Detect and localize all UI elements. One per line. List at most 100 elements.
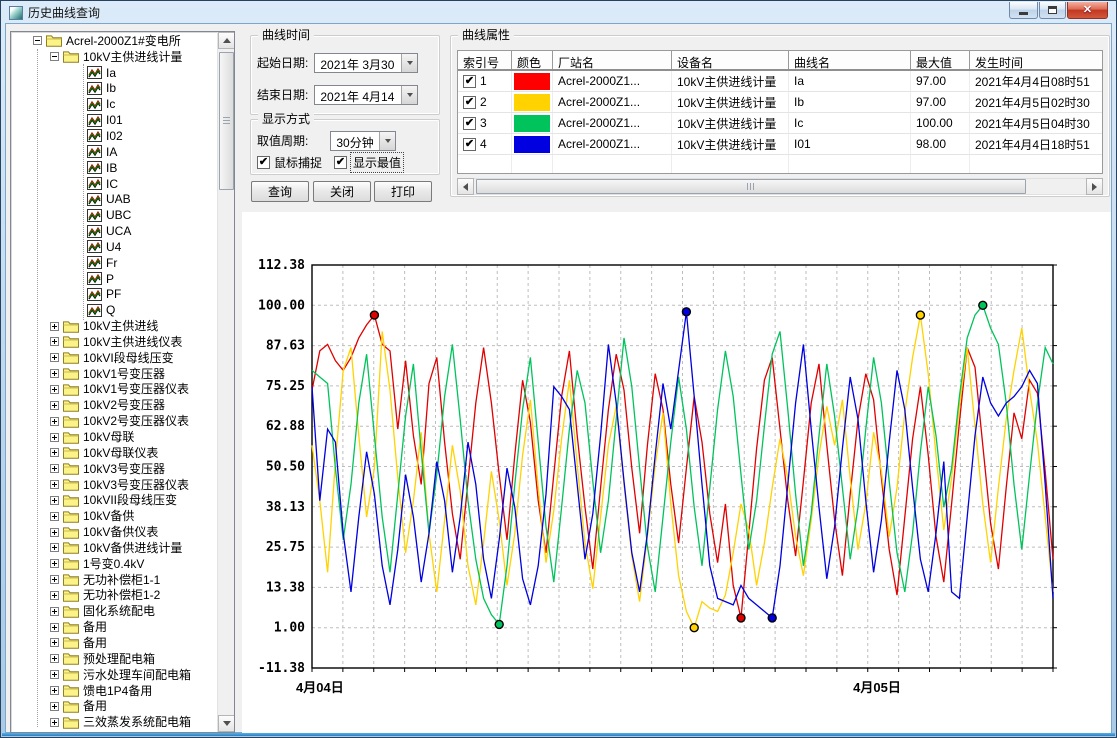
column-header-1[interactable]: 索引号 (458, 51, 512, 69)
tree-item-curve[interactable]: I01 (11, 112, 217, 128)
tree-item-folder[interactable]: 备用 (11, 635, 217, 651)
expand-icon[interactable] (50, 433, 59, 442)
tree-item-folder[interactable]: 馈电1P4备用 (11, 683, 217, 699)
scroll-left-button[interactable] (457, 178, 474, 195)
scroll-thumb[interactable] (476, 179, 1026, 194)
tree-item-folder[interactable]: 备用 (11, 619, 217, 635)
tree-item-folder[interactable]: 10kV主供进线 (11, 318, 217, 334)
expand-icon[interactable] (50, 670, 59, 679)
column-header-4[interactable]: 设备名 (672, 51, 789, 69)
tree-item-curve[interactable]: Q (11, 302, 217, 318)
expand-icon[interactable] (50, 591, 59, 600)
tree-item-folder[interactable]: 10kV主供进线仪表 (11, 334, 217, 350)
tree-item-curve[interactable]: Ib (11, 81, 217, 97)
expand-icon[interactable] (50, 322, 59, 331)
tree-item-folder[interactable]: 10kV3号变压器 (11, 461, 217, 477)
period-combobox[interactable]: 30分钟 (330, 131, 396, 151)
tree-vertical-scrollbar[interactable] (217, 32, 234, 732)
expand-icon[interactable] (50, 575, 59, 584)
tree-item-curve[interactable]: UCA (11, 223, 217, 239)
expand-icon[interactable] (50, 480, 59, 489)
table-row[interactable]: ✔1Acrel-2000Z1...10kV主供进线计量Ia97.002021年4… (458, 71, 1102, 92)
expand-icon[interactable] (50, 353, 59, 362)
tree-item-curve[interactable]: IA (11, 144, 217, 160)
tree-item-curve[interactable]: Ic (11, 96, 217, 112)
tree-item-substation[interactable]: Acrel-2000Z1#变电所 (11, 33, 217, 49)
tree-item-folder[interactable]: 10kV1号变压器仪表 (11, 382, 217, 398)
column-header-2[interactable]: 颜色 (512, 51, 553, 69)
column-header-6[interactable]: 最大值 (911, 51, 970, 69)
expand-icon[interactable] (50, 543, 59, 552)
column-header-3[interactable]: 厂站名 (553, 51, 672, 69)
tree-item-folder[interactable]: 10kV母联 (11, 429, 217, 445)
row-checkbox[interactable]: ✔ (463, 96, 476, 109)
expand-icon[interactable] (50, 654, 59, 663)
scroll-up-button[interactable] (218, 32, 235, 49)
tree-item-folder[interactable]: 10kV3号变压器仪表 (11, 477, 217, 493)
table-row[interactable]: ✔3Acrel-2000Z1...10kV主供进线计量Ic100.002021年… (458, 113, 1102, 134)
expand-icon[interactable] (50, 385, 59, 394)
tree-item-curve[interactable]: IC (11, 176, 217, 192)
end-date-dropdown-button[interactable] (401, 86, 417, 104)
tree-item-metering-group[interactable]: 10kV主供进线计量 (11, 49, 217, 65)
tree-item-folder[interactable]: 10kV备供 (11, 508, 217, 524)
print-button[interactable]: 打印 (374, 181, 432, 202)
start-date-dropdown-button[interactable] (401, 54, 417, 72)
show-extremes-checkbox[interactable]: ✔ (334, 156, 347, 169)
expand-icon[interactable] (50, 401, 59, 410)
curve-plot[interactable]: 112.38100.0087.6375.2562.8850.5038.1325.… (242, 212, 1111, 733)
row-checkbox[interactable]: ✔ (463, 117, 476, 130)
tree-item-folder[interactable]: 无功补偿柜1-2 (11, 588, 217, 604)
tree-item-curve[interactable]: Ia (11, 65, 217, 81)
tree-item-folder[interactable]: 1号变0.4kV (11, 556, 217, 572)
expand-icon[interactable] (50, 702, 59, 711)
tree-item-curve[interactable]: Fr (11, 255, 217, 271)
period-dropdown-button[interactable] (379, 132, 395, 150)
table-row[interactable]: ✔2Acrel-2000Z1...10kV主供进线计量Ib97.002021年4… (458, 92, 1102, 113)
column-header-5[interactable]: 曲线名 (789, 51, 911, 69)
start-date-combobox[interactable]: 2021年 3月30 (314, 53, 418, 73)
tree-item-curve[interactable]: UAB (11, 191, 217, 207)
row-checkbox[interactable]: ✔ (463, 75, 476, 88)
tree-item-folder[interactable]: 三效蒸发系统配电箱 (11, 714, 217, 730)
tree-item-folder[interactable]: 10kV2号变压器 (11, 397, 217, 413)
scroll-down-button[interactable] (218, 715, 235, 732)
tree-item-curve[interactable]: UBC (11, 207, 217, 223)
mouse-capture-checkbox[interactable]: ✔ (257, 156, 270, 169)
tree-item-folder[interactable]: 污水处理车间配电箱 (11, 667, 217, 683)
expand-icon[interactable] (50, 448, 59, 457)
table-horizontal-scrollbar[interactable] (457, 178, 1103, 195)
expand-icon[interactable] (50, 528, 59, 537)
tree-item-curve[interactable]: PF (11, 287, 217, 303)
scroll-right-button[interactable] (1086, 178, 1103, 195)
end-date-combobox[interactable]: 2021年 4月14 (314, 85, 418, 105)
tree-item-folder[interactable]: 备用 (11, 698, 217, 714)
minimize-button[interactable] (1009, 2, 1038, 19)
scroll-thumb[interactable] (219, 52, 234, 190)
expand-icon[interactable] (50, 623, 59, 632)
expand-icon[interactable] (50, 559, 59, 568)
tree-item-folder[interactable]: 10kV母联仪表 (11, 445, 217, 461)
query-button[interactable]: 查询 (251, 181, 309, 202)
expand-icon[interactable] (50, 607, 59, 616)
tree-item-folder[interactable]: 10kV备供仪表 (11, 524, 217, 540)
expand-icon[interactable] (50, 638, 59, 647)
expand-icon[interactable] (50, 512, 59, 521)
close-button[interactable]: ✕ (1067, 2, 1108, 19)
tree-item-folder[interactable]: 10kV1号变压器 (11, 366, 217, 382)
tree-item-folder[interactable]: 10kV备供进线计量 (11, 540, 217, 556)
tree-item-folder[interactable]: 无功补偿柜1-1 (11, 572, 217, 588)
collapse-icon[interactable] (33, 36, 42, 45)
close-dialog-button[interactable]: 关闭 (313, 181, 371, 202)
expand-icon[interactable] (50, 686, 59, 695)
title-bar[interactable]: 历史曲线查询 ✕ (2, 2, 1115, 23)
maximize-button[interactable] (1039, 2, 1066, 19)
expand-icon[interactable] (50, 496, 59, 505)
collapse-icon[interactable] (50, 52, 59, 61)
expand-icon[interactable] (50, 464, 59, 473)
tree-item-folder[interactable]: 预处理配电箱 (11, 651, 217, 667)
expand-icon[interactable] (50, 337, 59, 346)
tree-item-folder[interactable]: 10kV2号变压器仪表 (11, 413, 217, 429)
expand-icon[interactable] (50, 417, 59, 426)
tree-item-curve[interactable]: I02 (11, 128, 217, 144)
